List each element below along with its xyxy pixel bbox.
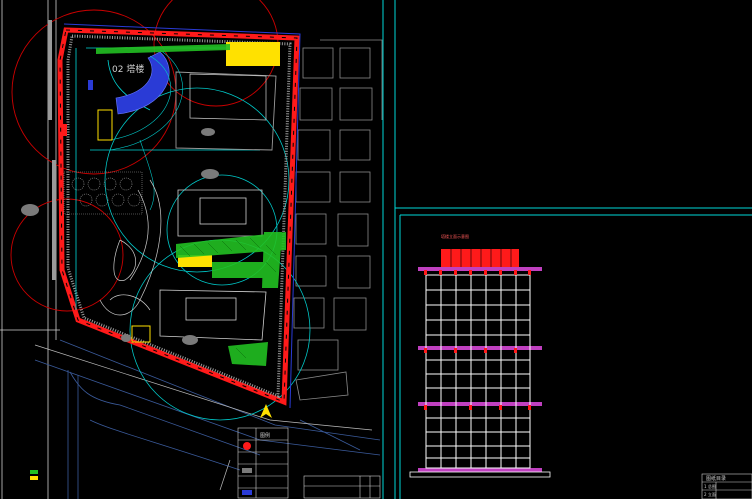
- legend-title: 图例: [260, 432, 270, 439]
- elevation-red-ticks: [424, 270, 531, 410]
- title-block-row-2: 2 立面: [704, 491, 716, 497]
- north-arrow-icon: [260, 404, 272, 418]
- legend-swatch-yellow-small: [30, 476, 38, 480]
- plan-title-block[interactable]: [303, 475, 381, 499]
- viewport-label: 02 塔楼: [112, 63, 144, 75]
- yellow-outline-box-2: [131, 325, 151, 343]
- legend-swatch-grey: [242, 468, 252, 473]
- site-plan[interactable]: 02 塔楼 图例: [0, 0, 383, 499]
- neighbour-blocks: [293, 39, 383, 401]
- viewport-frames: [382, 0, 752, 499]
- elevation-columns: [440, 275, 517, 468]
- cad-drawing-canvas[interactable]: 02 塔楼 图例 塔楼立面示意图 图纸目录 1 总图 2 立面: [0, 0, 752, 499]
- tree-line-left: [48, 20, 56, 280]
- landscape-curves: [99, 179, 162, 316]
- elevation-grid: [425, 274, 531, 469]
- ramp-zone[interactable]: [115, 51, 170, 115]
- elevation-floors: [426, 289, 530, 459]
- elevation-base: [409, 471, 551, 478]
- green-landscape: [96, 44, 286, 366]
- entrance-marker-red[interactable]: [62, 124, 67, 136]
- yellow-tag-top[interactable]: [226, 42, 280, 66]
- legend-swatch-red: [243, 442, 251, 450]
- elevation-label: 塔楼立面示意图: [441, 233, 469, 239]
- yellow-outline-box: [97, 109, 113, 141]
- legend-swatch-blue: [242, 490, 252, 495]
- title-block-row-1: 1 总图: [704, 483, 716, 489]
- elevation-slabs: [418, 267, 542, 472]
- legend-swatch-green-small: [30, 470, 38, 474]
- elevation-drawing[interactable]: 塔楼立面示意图 图纸目录 1 总图 2 立面: [409, 233, 752, 499]
- title-block-header: 图纸目录: [706, 475, 726, 482]
- elevation-crown: [441, 249, 519, 269]
- entrance-marker-blue[interactable]: [88, 80, 93, 90]
